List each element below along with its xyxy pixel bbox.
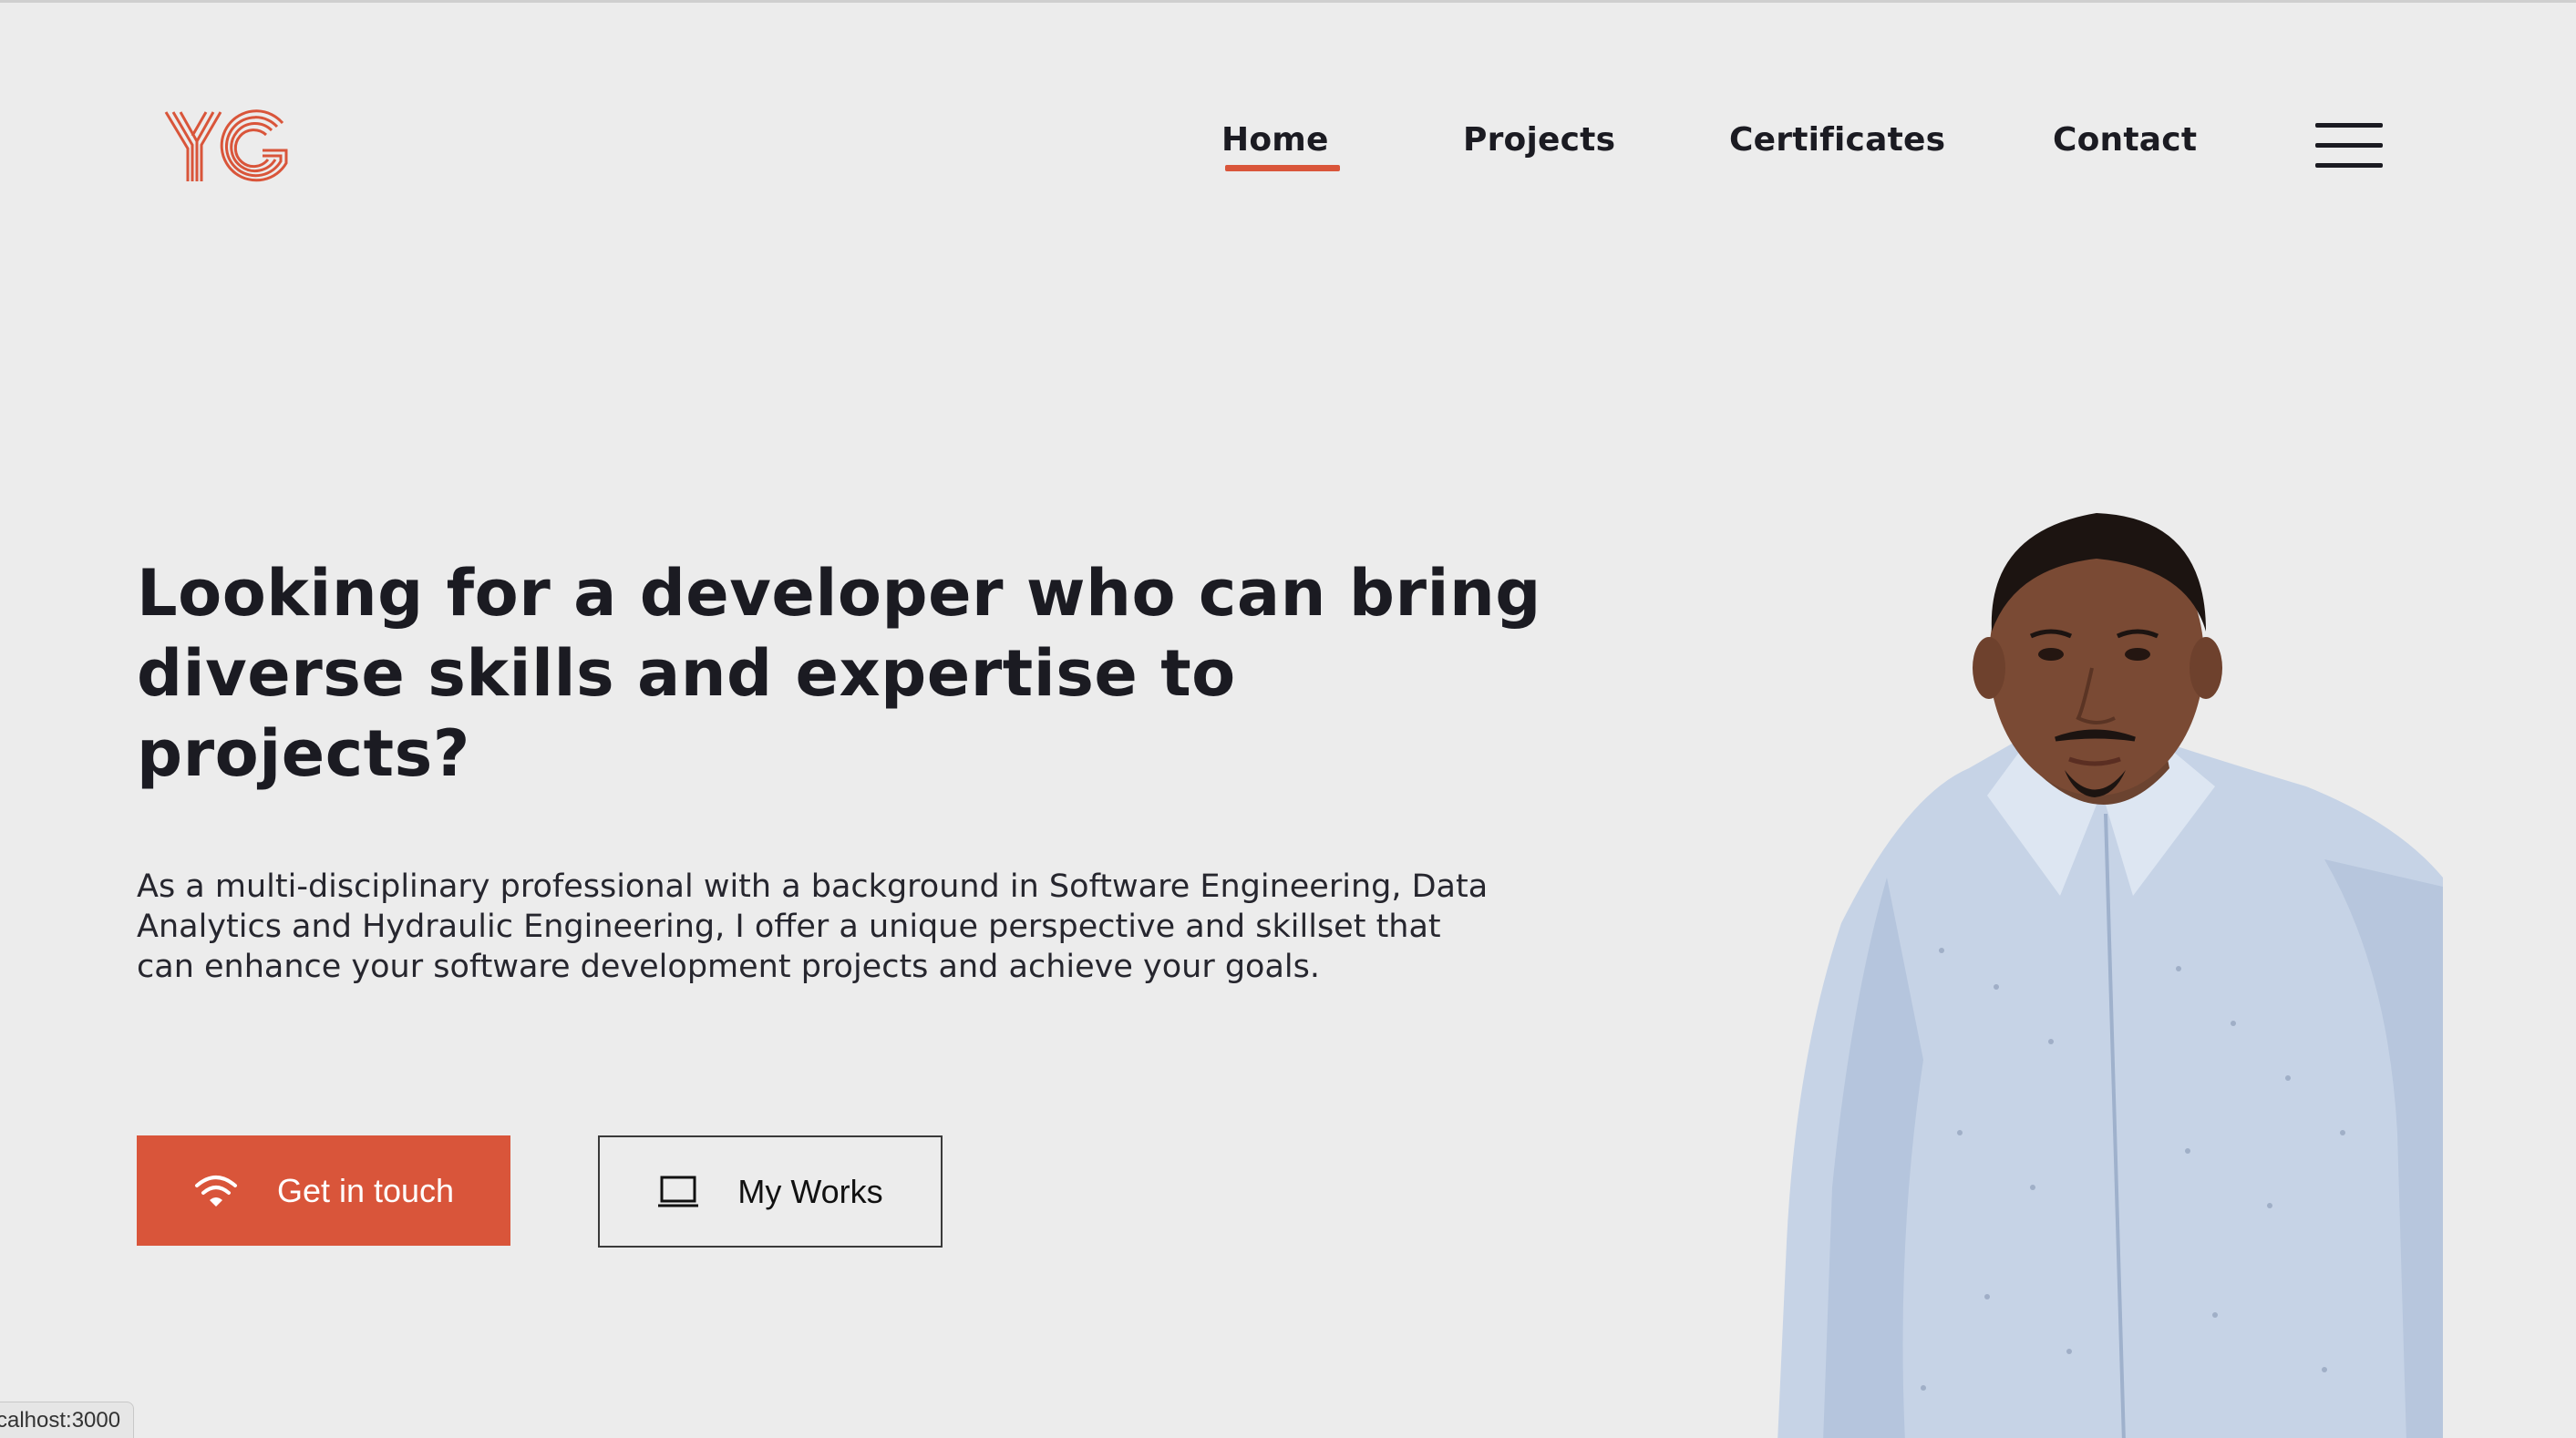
get-in-touch-label: Get in touch	[276, 1171, 455, 1209]
nav-contact[interactable]: Contact	[2053, 121, 2197, 171]
page: YG Home Projects Certificates Contact Lo…	[0, 0, 2576, 1438]
hero-description: As a multi-disciplinary professional wit…	[137, 868, 1489, 985]
nav-projects[interactable]: Projects	[1463, 121, 1615, 171]
hamburger-line	[2315, 163, 2383, 168]
status-bar-url: calhost:3000	[0, 1402, 135, 1438]
my-works-label: My Works	[737, 1172, 883, 1210]
hamburger-line	[2315, 123, 2383, 128]
hero-title: Looking for a developer who can bring di…	[137, 556, 1541, 791]
my-works-button[interactable]: My Works	[598, 1135, 943, 1248]
hamburger-menu-icon[interactable]	[2315, 123, 2383, 169]
get-in-touch-button[interactable]: Get in touch	[137, 1135, 510, 1246]
profile-photo	[1777, 513, 2443, 1438]
laptop-icon	[658, 1176, 699, 1207]
nav-certificates[interactable]: Certificates	[1729, 121, 1945, 171]
wifi-icon	[194, 1175, 237, 1207]
nav-home[interactable]: Home	[1221, 121, 1340, 171]
logo-yg[interactable]: YG	[164, 108, 292, 185]
hamburger-line	[2315, 143, 2383, 148]
